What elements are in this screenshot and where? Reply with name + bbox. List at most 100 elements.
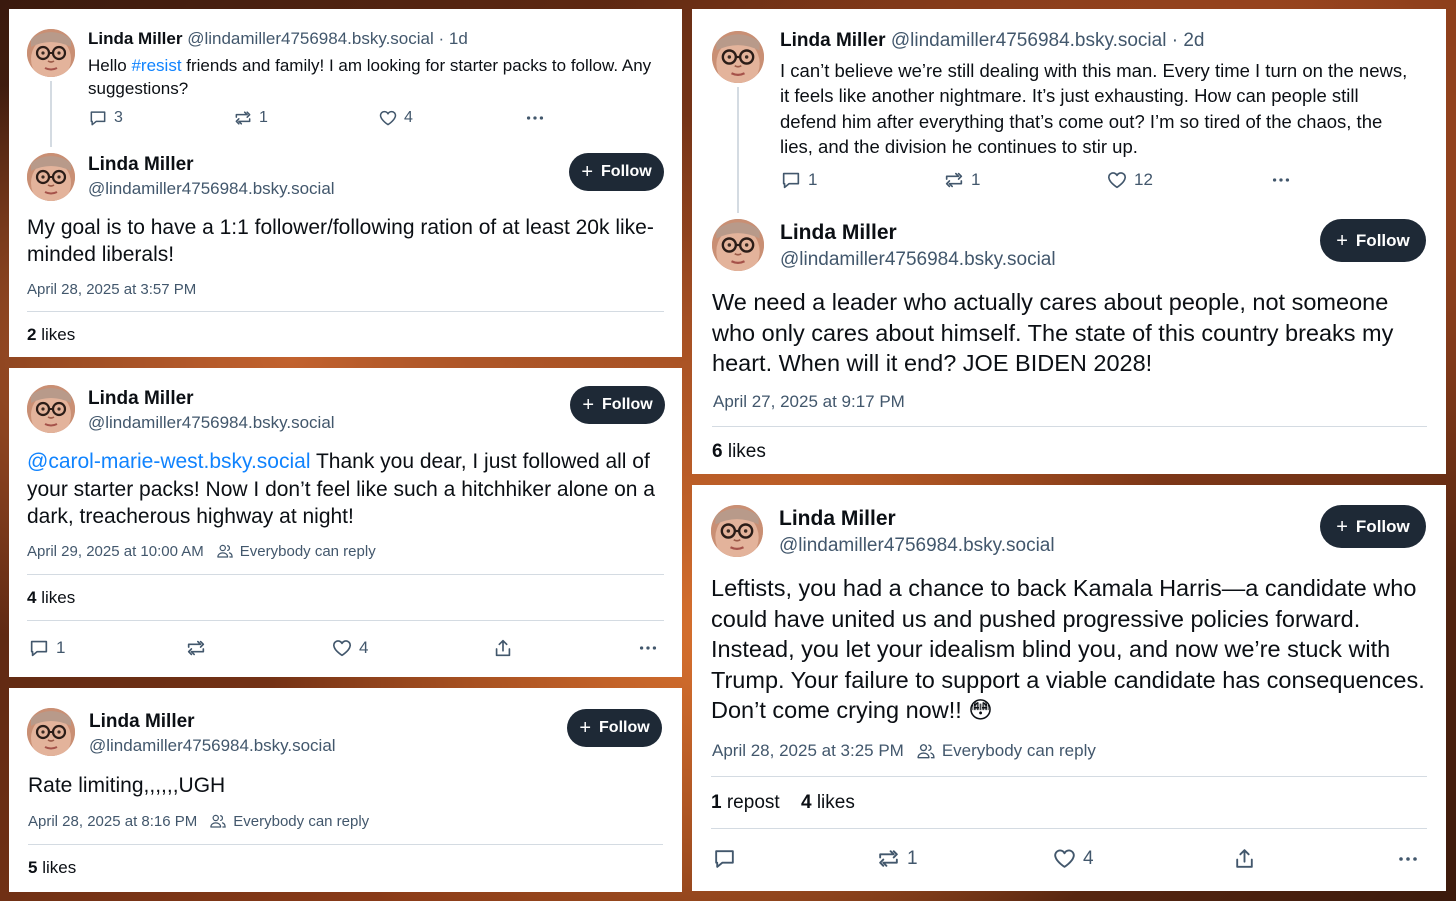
- avatar-face: [27, 29, 75, 77]
- like-button[interactable]: 12: [1106, 169, 1153, 191]
- post-card-biden: Linda Miller @lindamiller4756984.bsky.so…: [692, 9, 1446, 474]
- likes-label: likes: [41, 325, 76, 344]
- repost-button[interactable]: 1: [876, 846, 918, 871]
- author-handle[interactable]: @lindamiller4756984.bsky.social: [88, 413, 335, 433]
- divider: [27, 620, 664, 621]
- avatar[interactable]: [712, 219, 764, 271]
- reply-icon: [28, 637, 50, 659]
- plus-icon: +: [1336, 229, 1348, 252]
- avatar[interactable]: [27, 29, 75, 77]
- post-timestamp[interactable]: April 28, 2025 at 3:57 PM: [27, 281, 196, 298]
- author-name[interactable]: Linda Miller: [89, 711, 195, 733]
- reply-setting: Everybody can reply: [233, 812, 370, 830]
- likes-label: likes: [816, 792, 855, 813]
- avatar-face: [712, 31, 764, 83]
- repost-button[interactable]: [185, 637, 213, 659]
- like-button[interactable]: 4: [1052, 846, 1094, 871]
- post-timestamp[interactable]: April 27, 2025 at 9:17 PM: [713, 392, 905, 412]
- likes-summary[interactable]: 4 likes: [801, 792, 855, 813]
- share-button[interactable]: [492, 637, 514, 659]
- more-button[interactable]: [1269, 169, 1293, 191]
- hashtag-link[interactable]: #resist: [131, 56, 181, 75]
- post-age[interactable]: 2d: [1183, 30, 1204, 51]
- likes-summary[interactable]: 2 likes: [27, 325, 75, 345]
- like-icon: [1052, 846, 1077, 871]
- like-button[interactable]: 4: [378, 108, 413, 128]
- repost-icon: [185, 637, 207, 659]
- text-segment: Hello: [88, 56, 132, 75]
- avatar[interactable]: [712, 31, 764, 83]
- avatar[interactable]: [711, 505, 763, 557]
- parent-post-text: I can’t believe we’re still dealing with…: [780, 60, 1408, 157]
- people-icon: [209, 812, 227, 830]
- follow-button[interactable]: + Follow: [1320, 219, 1426, 262]
- like-button[interactable]: 4: [331, 637, 368, 659]
- avatar-face: [712, 219, 764, 271]
- likes-count: 5: [28, 858, 38, 877]
- likes-summary[interactable]: 4 likes: [27, 588, 75, 608]
- author-handle[interactable]: @lindamiller4756984.bsky.social: [779, 535, 1055, 557]
- reply-count: 1: [56, 638, 66, 657]
- repost-icon: [876, 846, 901, 871]
- repost-button[interactable]: 1: [233, 108, 268, 128]
- follow-button[interactable]: + Follow: [569, 153, 664, 191]
- post-timestamp[interactable]: April 28, 2025 at 3:25 PM: [712, 741, 904, 761]
- author-handle[interactable]: @lindamiller4756984.bsky.social: [780, 249, 1056, 271]
- thread-line: [50, 81, 52, 147]
- reply-button[interactable]: 1: [28, 637, 65, 659]
- author-name[interactable]: Linda Miller: [88, 388, 194, 410]
- author-name[interactable]: Linda Miller: [780, 30, 886, 51]
- post-text: @carol-marie-west.bsky.social Thank you …: [27, 448, 672, 531]
- share-button[interactable]: [1232, 846, 1257, 871]
- likes-count: 4: [27, 588, 37, 607]
- author-name[interactable]: Linda Miller: [779, 507, 896, 531]
- like-count: 12: [1134, 170, 1153, 189]
- author-handle[interactable]: @lindamiller4756984.bsky.social: [89, 736, 336, 756]
- more-button[interactable]: [636, 637, 660, 659]
- post-card-goal: Linda Miller @lindamiller4756984.bsky.so…: [9, 9, 682, 357]
- author-name[interactable]: Linda Miller: [88, 29, 182, 48]
- follow-button[interactable]: + Follow: [570, 386, 665, 424]
- post-text: Rate limiting,,,,,,UGH: [28, 774, 226, 797]
- like-count: 4: [359, 638, 369, 657]
- post-age[interactable]: 1d: [449, 29, 468, 48]
- likes-count: 4: [800, 792, 812, 813]
- repost-button[interactable]: 1: [943, 169, 980, 191]
- engagement-summary: 1 repost 4 likes: [711, 792, 855, 814]
- timestamp-text: April 27, 2025 at 9:17 PM: [713, 392, 905, 411]
- people-icon: [916, 741, 936, 761]
- likes-summary[interactable]: 5 likes: [28, 858, 76, 878]
- follow-label: Follow: [1355, 230, 1410, 250]
- more-button[interactable]: [524, 107, 546, 129]
- follow-label: Follow: [599, 719, 650, 736]
- reply-icon: [712, 846, 737, 871]
- follow-label: Follow: [1355, 516, 1410, 536]
- author-name[interactable]: Linda Miller: [88, 154, 194, 176]
- divider: [28, 844, 663, 845]
- reply-button[interactable]: [712, 846, 743, 871]
- post-text: My goal is to have a 1:1 follower/follow…: [27, 216, 654, 266]
- more-button[interactable]: [1395, 847, 1421, 871]
- avatar[interactable]: [27, 153, 75, 201]
- reply-setting: Everybody can reply: [239, 542, 376, 560]
- author-handle[interactable]: @lindamiller4756984.bsky.social: [187, 29, 434, 48]
- author-handle[interactable]: @lindamiller4756984.bsky.social: [891, 30, 1167, 51]
- post-timestamp[interactable]: April 28, 2025 at 8:16 PM: [28, 813, 197, 830]
- author-name[interactable]: Linda Miller: [780, 221, 897, 245]
- reposts-label: repost: [726, 792, 780, 813]
- avatar[interactable]: [27, 385, 75, 433]
- separator-dot: ·: [1166, 30, 1184, 51]
- follow-button[interactable]: + Follow: [567, 709, 662, 747]
- post-timestamp[interactable]: April 29, 2025 at 10:00 AM: [27, 543, 204, 560]
- reply-button[interactable]: 3: [88, 108, 123, 128]
- mention-link[interactable]: @carol-marie-west.bsky.social: [27, 450, 311, 473]
- share-icon: [492, 637, 514, 659]
- repost-icon: [233, 108, 253, 128]
- post-meta: April 28, 2025 at 8:16 PM Everybody can …: [28, 812, 369, 830]
- likes-summary[interactable]: 6 likes: [712, 441, 766, 463]
- avatar[interactable]: [27, 708, 75, 756]
- author-handle[interactable]: @lindamiller4756984.bsky.social: [88, 179, 335, 199]
- reposts-summary[interactable]: 1 repost: [711, 792, 780, 813]
- reply-button[interactable]: 1: [780, 169, 817, 191]
- follow-button[interactable]: + Follow: [1320, 505, 1426, 548]
